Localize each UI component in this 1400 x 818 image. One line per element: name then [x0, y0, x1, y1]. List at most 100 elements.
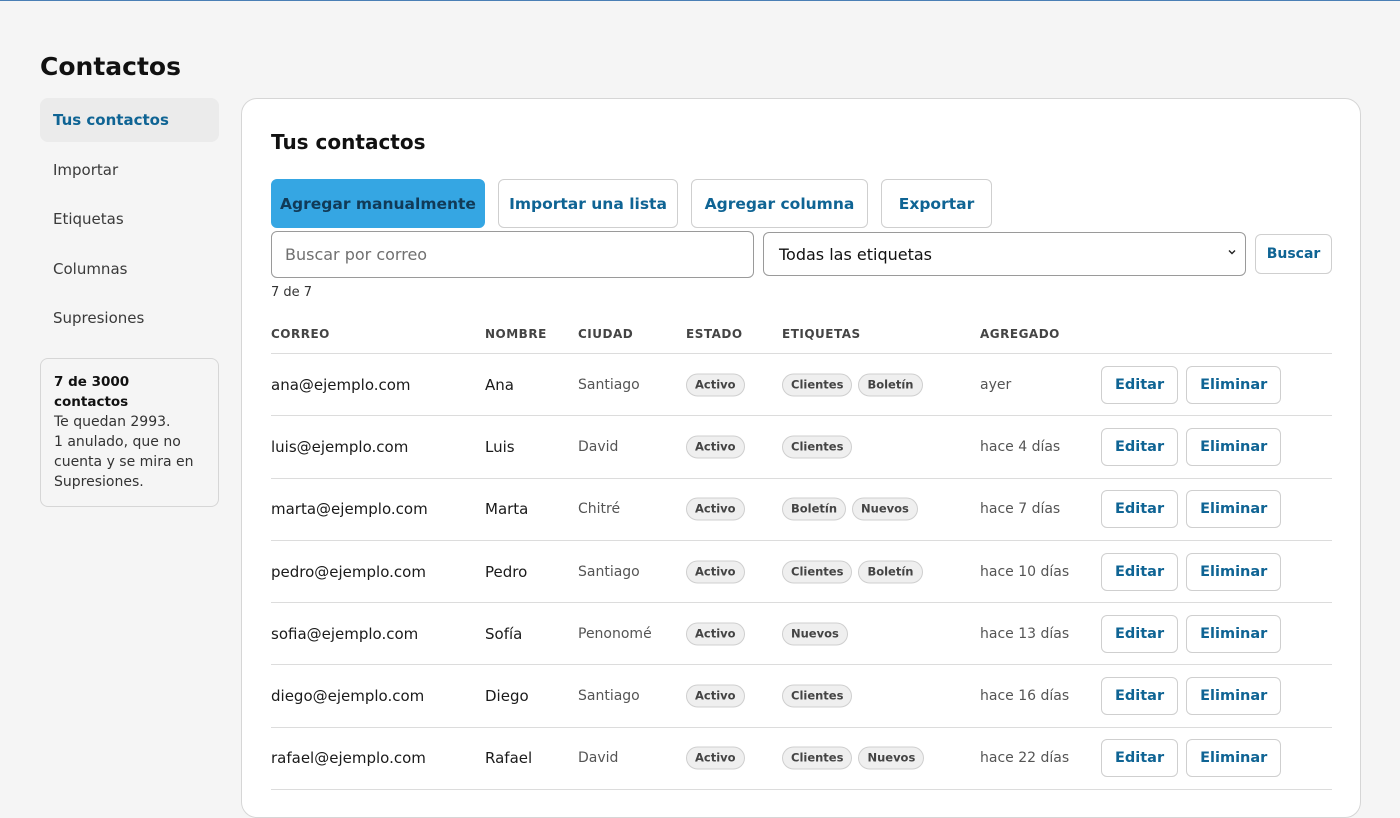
- status-cell: Activo: [686, 622, 745, 646]
- contact-city: Santiago: [578, 563, 640, 580]
- tags-cell: Clientes: [782, 435, 853, 459]
- status-cell: Activo: [686, 435, 745, 459]
- header-tags: ETIQUETAS: [782, 327, 861, 341]
- header-status: ESTADO: [686, 327, 743, 341]
- status-cell: Activo: [686, 560, 745, 584]
- contacts-table: CORREO NOMBRE CIUDAD ESTADO ETIQUETAS AG…: [271, 321, 1332, 791]
- contact-email: marta@ejemplo.com: [271, 500, 428, 519]
- delete-button[interactable]: Eliminar: [1186, 365, 1282, 404]
- status-badge: Activo: [686, 622, 745, 646]
- sidebar-item-suppressions[interactable]: Supresiones: [40, 296, 219, 340]
- quota-note: 1 anulado, que no cuenta y se mira en Su…: [54, 434, 194, 490]
- status-badge: Activo: [686, 560, 745, 584]
- tag-filter-select[interactable]: Todas las etiquetas: [763, 232, 1246, 276]
- add-column-button[interactable]: Agregar columna: [691, 179, 868, 228]
- tag-badge: Boletín: [858, 560, 923, 584]
- tags-cell: Nuevos: [782, 622, 848, 646]
- contact-email: diego@ejemplo.com: [271, 687, 425, 706]
- edit-button[interactable]: Editar: [1101, 677, 1179, 716]
- search-input[interactable]: [271, 231, 754, 278]
- sidebar: Tus contactos Importar Etiquetas Columna…: [40, 98, 219, 346]
- table-row: pedro@ejemplo.com Pedro Santiago Activo …: [271, 541, 1332, 604]
- table-row: marta@ejemplo.com Marta Chitré Activo Bo…: [271, 479, 1332, 541]
- contact-city: Chitré: [578, 501, 621, 518]
- status-badge: Activo: [686, 684, 745, 708]
- quota-remaining: Te quedan 2993.: [54, 414, 171, 430]
- sidebar-item-import[interactable]: Importar: [40, 148, 219, 192]
- contacts-card: Tus contactos Agregar manualmente Import…: [241, 98, 1361, 818]
- row-actions: Editar Eliminar: [1101, 427, 1282, 466]
- table-row: sofia@ejemplo.com Sofía Penonomé Activo …: [271, 603, 1332, 666]
- import-list-button[interactable]: Importar una lista: [498, 179, 678, 228]
- status-cell: Activo: [686, 746, 745, 770]
- status-badge: Activo: [686, 497, 745, 521]
- add-manual-button[interactable]: Agregar manualmente: [271, 179, 485, 228]
- delete-button[interactable]: Eliminar: [1186, 614, 1282, 653]
- contact-added: hace 13 días: [980, 625, 1070, 642]
- status-badge: Activo: [686, 373, 745, 397]
- tag-badge: Clientes: [782, 373, 853, 397]
- row-actions: Editar Eliminar: [1101, 614, 1282, 653]
- contact-added: hace 7 días: [980, 501, 1061, 518]
- contact-email: luis@ejemplo.com: [271, 437, 409, 456]
- tag-filter-value: Todas las etiquetas: [779, 244, 933, 264]
- delete-button[interactable]: Eliminar: [1186, 490, 1282, 529]
- page-title: Contactos: [40, 52, 181, 81]
- tag-badge: Clientes: [782, 684, 853, 708]
- row-actions: Editar Eliminar: [1101, 490, 1282, 529]
- tag-badge: Clientes: [782, 435, 853, 459]
- tag-badge: Nuevos: [782, 622, 848, 646]
- tag-badge: Boletín: [782, 497, 847, 521]
- contact-city: David: [578, 438, 619, 455]
- contact-city: Santiago: [578, 688, 640, 705]
- edit-button[interactable]: Editar: [1101, 614, 1179, 653]
- tag-badge: Boletín: [858, 373, 923, 397]
- contact-name: Luis: [485, 437, 515, 456]
- contact-name: Rafael: [485, 749, 533, 768]
- card-title: Tus contactos: [271, 130, 426, 154]
- tag-badge: Clientes: [782, 746, 853, 770]
- edit-button[interactable]: Editar: [1101, 365, 1179, 404]
- row-actions: Editar Eliminar: [1101, 552, 1282, 591]
- status-cell: Activo: [686, 373, 745, 397]
- quota-title: 7 de 3000 contactos: [54, 374, 130, 410]
- sidebar-item-columns[interactable]: Columnas: [40, 247, 219, 291]
- search-button[interactable]: Buscar: [1255, 234, 1332, 274]
- contact-name: Ana: [485, 375, 514, 394]
- delete-button[interactable]: Eliminar: [1186, 427, 1282, 466]
- sidebar-item-tags[interactable]: Etiquetas: [40, 197, 219, 241]
- delete-button[interactable]: Eliminar: [1186, 552, 1282, 591]
- row-actions: Editar Eliminar: [1101, 365, 1282, 404]
- status-badge: Activo: [686, 746, 745, 770]
- contact-city: Santiago: [578, 376, 640, 393]
- status-cell: Activo: [686, 497, 745, 521]
- contact-added: hace 10 días: [980, 563, 1070, 580]
- table-row: luis@ejemplo.com Luis David Activo Clien…: [271, 416, 1332, 479]
- table-row: diego@ejemplo.com Diego Santiago Activo …: [271, 665, 1332, 728]
- contact-name: Marta: [485, 500, 529, 519]
- contact-city: Penonomé: [578, 625, 652, 642]
- tags-cell: Clientes Nuevos: [782, 746, 925, 770]
- table-row: ana@ejemplo.com Ana Santiago Activo Clie…: [271, 354, 1332, 417]
- edit-button[interactable]: Editar: [1101, 739, 1179, 778]
- contact-added: ayer: [980, 376, 1012, 393]
- contact-email: rafael@ejemplo.com: [271, 749, 426, 768]
- header-added: AGREGADO: [980, 327, 1060, 341]
- contact-city: David: [578, 750, 619, 767]
- quota-box: 7 de 3000 contactos Te quedan 2993. 1 an…: [40, 358, 219, 507]
- contact-name: Pedro: [485, 562, 528, 581]
- edit-button[interactable]: Editar: [1101, 552, 1179, 591]
- delete-button[interactable]: Eliminar: [1186, 677, 1282, 716]
- table-body: ana@ejemplo.com Ana Santiago Activo Clie…: [271, 354, 1332, 791]
- edit-button[interactable]: Editar: [1101, 427, 1179, 466]
- edit-button[interactable]: Editar: [1101, 490, 1179, 529]
- row-actions: Editar Eliminar: [1101, 739, 1282, 778]
- delete-button[interactable]: Eliminar: [1186, 739, 1282, 778]
- tag-badge: Clientes: [782, 560, 853, 584]
- sidebar-item-contacts[interactable]: Tus contactos: [40, 98, 219, 142]
- top-border: [0, 0, 1400, 1]
- export-button[interactable]: Exportar: [881, 179, 992, 228]
- contact-name: Sofía: [485, 624, 523, 643]
- tags-cell: Clientes Boletín: [782, 560, 923, 584]
- tags-cell: Boletín Nuevos: [782, 497, 918, 521]
